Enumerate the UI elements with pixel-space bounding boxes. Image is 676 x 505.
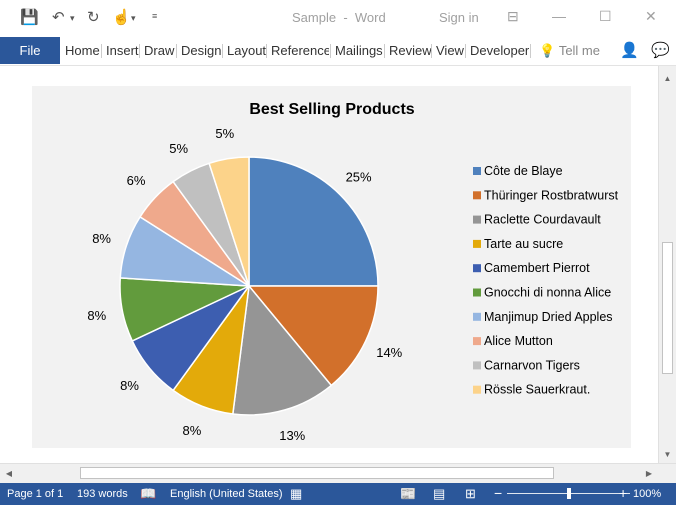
tab-view[interactable]: View	[436, 43, 464, 58]
ribbon-tabs: File Home Insert Draw Design Layout Refe…	[0, 36, 676, 66]
legend-label-9: Rössle Sauerkraut.	[484, 383, 590, 397]
redo-icon[interactable]: ↻	[87, 8, 100, 26]
data-label-6: 8%	[92, 231, 111, 246]
word-count[interactable]: 193 words	[77, 488, 128, 500]
touch-dropdown-icon[interactable]: ▾	[131, 13, 136, 24]
vertical-scroll-thumb[interactable]	[662, 242, 673, 374]
keyboard-icon[interactable]: ▦	[290, 486, 302, 502]
touch-mode-icon[interactable]: ☝	[112, 8, 131, 26]
ribbon-display-options-icon[interactable]: ⊟	[507, 8, 519, 25]
scroll-right-icon[interactable]: ▶	[642, 464, 656, 483]
legend-label-7: Alice Mutton	[484, 334, 553, 348]
comments-icon[interactable]: 💬	[651, 41, 670, 59]
save-icon[interactable]: 💾	[20, 8, 39, 26]
legend-label-3: Tarte au sucre	[484, 237, 563, 251]
legend-label-6: Manjimup Dried Apples	[484, 310, 613, 324]
data-label-0: 25%	[346, 169, 372, 184]
tab-home[interactable]: Home	[65, 43, 100, 58]
chart-svg: Best Selling Products 25% 14% 13% 8% 8% 8% 8% 6…	[87, 101, 619, 443]
lightbulb-icon: 💡	[539, 43, 556, 58]
zoom-in-icon[interactable]: +	[619, 485, 627, 501]
legend-swatch-1	[473, 191, 481, 200]
legend-swatch-6	[473, 312, 481, 321]
chart-title: Best Selling Products	[249, 101, 414, 118]
legend-label-1: Thüringer Rostbratwurst	[484, 188, 619, 202]
scroll-down-icon[interactable]: ▼	[659, 446, 676, 463]
scroll-up-icon[interactable]: ▲	[659, 70, 676, 87]
legend-swatch-8	[473, 361, 481, 370]
share-icon[interactable]: 👤	[620, 41, 639, 59]
status-bar: Page 1 of 1 193 words 📖 English (United …	[0, 483, 676, 505]
proofing-icon[interactable]: 📖	[140, 486, 156, 502]
file-tab[interactable]: File	[0, 37, 60, 64]
legend-swatch-3	[473, 239, 481, 248]
legend-swatch-2	[473, 215, 481, 224]
legend-swatch-0	[473, 167, 481, 175]
horizontal-scroll-thumb[interactable]	[80, 467, 554, 479]
pie-chart[interactable]: Best Selling Products 25% 14% 13% 8% 8% 8% 8% 6…	[32, 86, 631, 448]
tab-layout[interactable]: Layout	[227, 43, 266, 58]
tab-references[interactable]: References	[271, 43, 329, 58]
tab-draw[interactable]: Draw	[144, 43, 174, 58]
data-label-8: 5%	[169, 141, 188, 156]
undo-dropdown-icon[interactable]: ▾	[70, 13, 75, 24]
tab-design[interactable]: Design	[181, 43, 221, 58]
zoom-level[interactable]: 100%	[633, 488, 661, 500]
legend-label-2: Raclette Courdavault	[484, 213, 601, 227]
legend-label-8: Carnarvon Tigers	[484, 358, 580, 372]
close-icon[interactable]: ✕	[645, 8, 657, 25]
data-label-3: 8%	[183, 423, 202, 438]
title-bar: 💾 ↶ ▾ ↻ ☝ ▾ ≡ Sample - Word Sign in ⊟ — …	[0, 0, 676, 36]
scroll-left-icon[interactable]: ◀	[2, 464, 16, 483]
print-layout-icon[interactable]: ▤	[433, 486, 445, 502]
undo-icon[interactable]: ↶	[52, 8, 65, 26]
read-mode-icon[interactable]: 📰	[400, 486, 416, 502]
data-label-2: 13%	[279, 428, 305, 443]
legend-label-4: Camembert Pierrot	[484, 261, 590, 275]
sign-in-link[interactable]: Sign in	[439, 10, 479, 25]
window-title: Sample - Word	[292, 10, 386, 25]
tell-me-box[interactable]: 💡 Tell me	[539, 43, 600, 59]
legend-label-0: Côte de Blaye	[484, 164, 563, 178]
maximize-icon[interactable]: ☐	[599, 8, 612, 25]
language[interactable]: English (United States)	[170, 488, 283, 500]
data-label-9: 5%	[215, 126, 234, 141]
zoom-slider-handle[interactable]	[566, 488, 571, 499]
minimize-icon[interactable]: —	[552, 8, 566, 24]
legend-swatch-4	[473, 264, 481, 273]
legend-swatch-5	[473, 288, 481, 297]
tab-mailings[interactable]: Mailings	[335, 43, 383, 58]
tab-developer[interactable]: Developer	[470, 43, 529, 58]
document-canvas[interactable]: Best Selling Products 25% 14% 13% 8% 8% 8% 8% 6…	[0, 66, 658, 463]
web-layout-icon[interactable]: ⊞	[465, 486, 476, 502]
zoom-out-icon[interactable]: −	[494, 485, 502, 501]
data-label-7: 6%	[127, 173, 146, 188]
page-count[interactable]: Page 1 of 1	[7, 488, 63, 500]
data-label-5: 8%	[87, 308, 106, 323]
data-label-4: 8%	[120, 378, 139, 393]
tab-insert[interactable]: Insert	[106, 43, 139, 58]
customize-toolbar-icon[interactable]: ≡	[152, 11, 157, 21]
horizontal-scrollbar[interactable]: ◀ ▶	[0, 463, 676, 483]
legend-swatch-9	[473, 385, 481, 394]
legend-swatch-7	[473, 337, 481, 346]
data-label-1: 14%	[376, 345, 402, 360]
tab-review[interactable]: Review	[389, 43, 432, 58]
vertical-scrollbar[interactable]: ▲ ▼	[658, 66, 676, 463]
legend-label-5: Gnocchi di nonna Alice	[484, 286, 611, 300]
